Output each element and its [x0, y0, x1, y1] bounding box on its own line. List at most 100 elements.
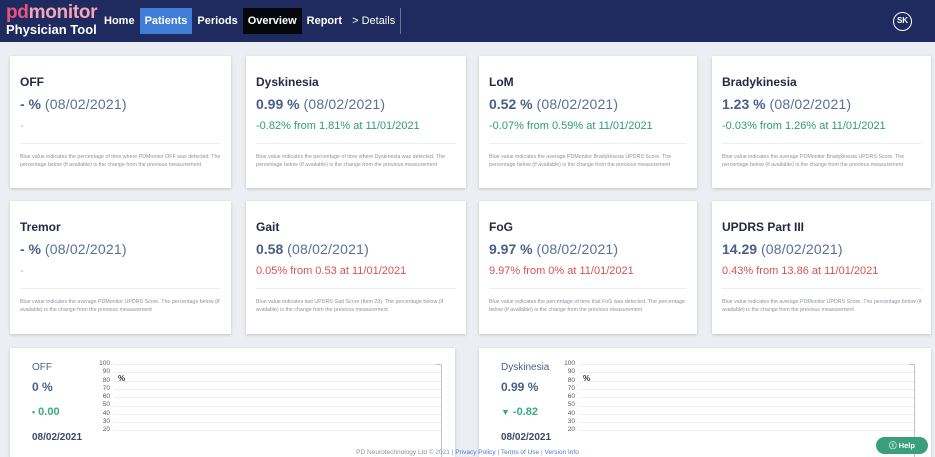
card-title: Tremor [20, 220, 61, 234]
card-date: (08/02/2021) [760, 241, 843, 257]
card-change: -0.03% from 1.26% at 11/01/2021 [722, 120, 886, 132]
y-axis: 100 90 80 70 60 50 40 30 20 [90, 360, 112, 435]
triangle-down-icon: ▼ [501, 407, 510, 417]
chart-plot-area[interactable]: % [579, 364, 915, 457]
card-change: -0.07% from 0.59% at 11/01/2021 [489, 120, 653, 132]
card-date: (08/02/2021) [44, 241, 127, 257]
metric-card-off: OFF - % (08/02/2021) - Blue value indica… [10, 56, 231, 188]
panel-value: 0 % [32, 380, 53, 394]
y-tick: 20 [567, 426, 575, 434]
card-divider [256, 143, 456, 144]
nav-details[interactable]: > Details [347, 8, 402, 34]
y-tick: 80 [567, 376, 575, 384]
brand-subtitle: Physician Tool [6, 22, 97, 37]
card-change: 9.97% from 0% at 11/01/2021 [489, 265, 634, 277]
card-value: 9.97 % [489, 241, 533, 257]
chart-plot-area[interactable]: % [114, 364, 442, 457]
nav-periods[interactable]: Periods [192, 8, 242, 34]
y-tick: 30 [567, 418, 575, 426]
card-change: - [20, 265, 24, 277]
card-value: - % [20, 241, 41, 257]
y-tick: 60 [102, 393, 110, 401]
card-divider [489, 288, 687, 289]
panel-change: 0.00 [38, 406, 60, 418]
card-value: - % [20, 96, 41, 112]
version-info-link[interactable]: Version Info [545, 449, 579, 456]
card-note: Blue value indicates the average PDMonit… [489, 154, 672, 168]
change-dot-icon: • [32, 407, 36, 417]
card-date: (08/02/2021) [303, 96, 386, 112]
panel-date: 08/02/2021 [32, 432, 83, 443]
card-value: 0.52 % [489, 96, 533, 112]
y-tick: 70 [567, 384, 575, 392]
terms-of-use-link[interactable]: Terms of Use [501, 449, 539, 456]
card-value: 0.99 % [256, 96, 300, 112]
card-divider [722, 288, 921, 289]
card-note: Blue value indicates the percentage of t… [489, 299, 686, 313]
card-value: 1.23 % [722, 96, 766, 112]
help-button[interactable]: ⓘ Help [876, 437, 928, 454]
chart-frame [436, 364, 442, 457]
card-value: 14.29 [722, 241, 758, 257]
card-divider [256, 288, 456, 289]
y-tick: 40 [567, 409, 575, 417]
card-divider [20, 288, 221, 289]
card-change: -0.82% from 1.81% at 11/01/2021 [256, 120, 420, 132]
card-title: Bradykinesia [722, 75, 797, 89]
card-note: Blue value indicates the average PDMonit… [722, 154, 905, 168]
nav-overview[interactable]: Overview [242, 8, 302, 34]
y-axis: 100 90 80 70 60 50 40 30 20 [555, 360, 577, 435]
y-tick: 100 [564, 360, 575, 367]
unit-label: % [118, 374, 126, 383]
card-note: Blue value indicates the percentage of t… [256, 154, 445, 168]
user-avatar[interactable]: SK [893, 12, 912, 31]
pdmonitor-logo[interactable]: pdmonitor Physician Tool [6, 2, 98, 37]
y-tick: 50 [102, 401, 110, 409]
card-note: Blue value indicates the percentage of t… [20, 154, 221, 168]
card-date: (08/02/2021) [536, 241, 619, 257]
card-change: 0.05% from 0.53 at 11/01/2021 [256, 265, 407, 277]
card-divider [722, 143, 921, 144]
nav-home[interactable]: Home [99, 8, 140, 34]
metric-card-tremor: Tremor - % (08/02/2021) - Blue value ind… [10, 201, 231, 334]
card-title: Gait [256, 220, 280, 234]
y-tick: 50 [567, 401, 575, 409]
y-tick: 40 [102, 409, 110, 417]
card-date: (08/02/2021) [287, 241, 369, 257]
card-note: Blue value indicates the average PDMonit… [722, 299, 922, 313]
card-date: (08/02/2021) [536, 96, 619, 112]
metric-card-fog: FoG 9.97 % (08/02/2021) 9.97% from 0% at… [479, 201, 697, 334]
nav-patients[interactable]: Patients [139, 8, 193, 34]
metric-card-dyskinesia: Dyskinesia 0.99 % (08/02/2021) -0.82% fr… [246, 56, 466, 188]
card-date: (08/02/2021) [44, 96, 127, 112]
footer-copyright: PD Neurotechnology Ltd © 2021 [356, 449, 450, 456]
card-note: Blue value indicates last UPDRS Gait Sco… [256, 299, 444, 313]
card-value: 0.58 [256, 241, 284, 257]
card-change: - [20, 120, 24, 132]
footer: PD Neurotechnology Ltd © 2021 | Privacy … [356, 449, 579, 456]
card-divider [20, 143, 221, 144]
main-nav: Home Patients Periods Overview Report > … [99, 8, 402, 34]
card-title: LoM [489, 75, 514, 89]
metric-card-lom: LoM 0.52 % (08/02/2021) -0.07% from 0.59… [479, 56, 697, 188]
metric-card-gait: Gait 0.58 (08/02/2021) 0.05% from 0.53 a… [246, 201, 466, 334]
panel-value: 0.99 % [501, 380, 539, 394]
y-tick: 90 [102, 368, 110, 376]
card-divider [489, 143, 687, 144]
unit-label: % [583, 374, 591, 383]
y-tick: 90 [567, 368, 575, 376]
metric-card-updrs-part-iii: UPDRS Part III 14.29 (08/02/2021) 0.43% … [712, 201, 931, 334]
y-tick: 20 [102, 426, 110, 434]
card-date: (08/02/2021) [769, 96, 852, 112]
nav-report[interactable]: Report [302, 8, 347, 34]
card-title: Dyskinesia [256, 75, 319, 89]
card-title: FoG [489, 220, 513, 234]
panel-date: 08/02/2021 [501, 432, 552, 443]
card-note: Blue value indicates the average PDMonit… [20, 299, 220, 313]
card-title: UPDRS Part III [722, 220, 805, 234]
panel-title: OFF [32, 362, 52, 373]
y-tick: 70 [102, 384, 110, 392]
top-nav-bar: pdmonitor Physician Tool Home Patients P… [0, 0, 935, 42]
brand-wordmark: pdmonitor [6, 2, 98, 23]
privacy-policy-link[interactable]: Privacy Policy [455, 449, 495, 456]
